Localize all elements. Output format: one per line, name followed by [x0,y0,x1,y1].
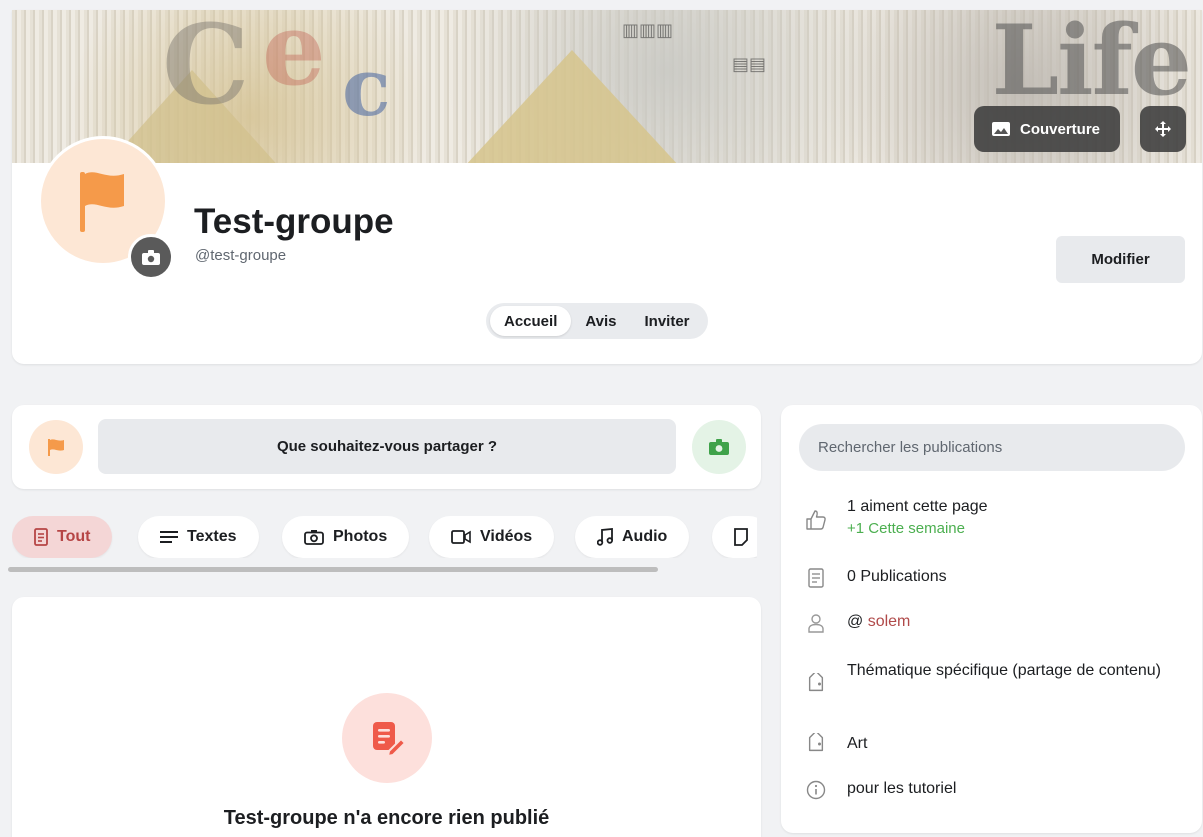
cover-decoration: e [262,10,326,108]
group-tabs: Accueil Avis Inviter [486,303,708,339]
filter-tout[interactable]: Tout [12,516,113,558]
feed-empty-state: Test-groupe n'a encore rien publié [12,597,761,837]
camera-icon [304,530,324,545]
tab-inviter[interactable]: Inviter [631,306,704,336]
music-note-icon [597,528,613,546]
filter-videos[interactable]: Vidéos [429,516,555,558]
filter-label: Tout [57,528,91,545]
filter-files[interactable] [712,516,757,558]
description-text: pour les tutoriel [847,780,957,797]
edit-document-icon [373,722,407,758]
text-lines-icon [160,531,178,543]
filter-label: Textes [187,528,237,545]
about-sidebar: Rechercher les publications 1 aiment cet… [781,405,1202,833]
group-title: Test-groupe [194,202,394,241]
tag-text: Art [847,735,868,752]
info-icon [805,779,827,801]
owner-link[interactable]: solem [868,613,911,630]
image-icon [992,122,1010,136]
tab-accueil[interactable]: Accueil [490,306,572,336]
group-header-card: C e c ▥▥▥ ▤▤ Life Couverture Test-groupe… [12,10,1202,364]
likes-week: +1 Cette semaine [847,520,965,537]
share-input[interactable]: Que souhaitez-vous partager ? [98,419,676,474]
cover-decoration: Life [991,10,1192,117]
likes-count: 1 aiment cette page [847,498,988,515]
empty-feed-icon [342,693,432,783]
post-composer: Que souhaitez-vous partager ? [12,405,761,489]
filter-audio[interactable]: Audio [575,516,690,558]
filter-label: Vidéos [480,528,533,545]
composer-avatar [29,420,83,474]
camera-icon [142,249,160,265]
move-icon [1155,121,1171,137]
thumbs-up-icon [805,509,827,531]
user-icon [805,612,827,634]
add-photo-button[interactable] [692,420,746,474]
cover-decoration [452,50,692,163]
camera-icon [709,439,729,455]
edit-button[interactable]: Modifier [1056,236,1185,283]
document-icon [805,567,827,589]
document-icon [34,528,48,546]
flag-icon [48,439,64,456]
publications-count: 0 Publications [847,568,947,585]
empty-feed-message: Test-groupe n'a encore rien publié [223,807,550,829]
filter-photos[interactable]: Photos [282,516,410,558]
cover-decoration: ▥▥▥ [622,20,674,41]
cover-decoration: ▤▤ [732,54,767,75]
filter-textes[interactable]: Textes [138,516,259,558]
filter-label: Photos [333,528,388,545]
owner-prefix: @ [847,613,864,630]
cover-button-label: Couverture [1020,120,1101,138]
flag-icon [80,172,124,232]
filters-scrollbar[interactable] [8,567,658,572]
tag-icon [805,673,827,695]
tag-icon [805,733,827,755]
cover-decoration: C [162,10,250,129]
video-icon [451,530,471,544]
search-posts-input[interactable]: Rechercher les publications [799,424,1185,471]
change-cover-button[interactable]: Couverture [974,106,1121,152]
tab-avis[interactable]: Avis [571,306,630,336]
filter-label: Audio [622,528,668,545]
group-handle: @test-groupe [195,247,287,264]
category-text: Thématique spécifique (partage de conten… [847,662,1161,679]
cover-decoration: c [342,40,391,134]
post-filters: Tout Textes Photos Vidéos Audio [12,516,757,558]
reposition-cover-button[interactable] [1140,106,1186,152]
file-icon [734,528,748,546]
change-avatar-button[interactable] [128,234,174,280]
